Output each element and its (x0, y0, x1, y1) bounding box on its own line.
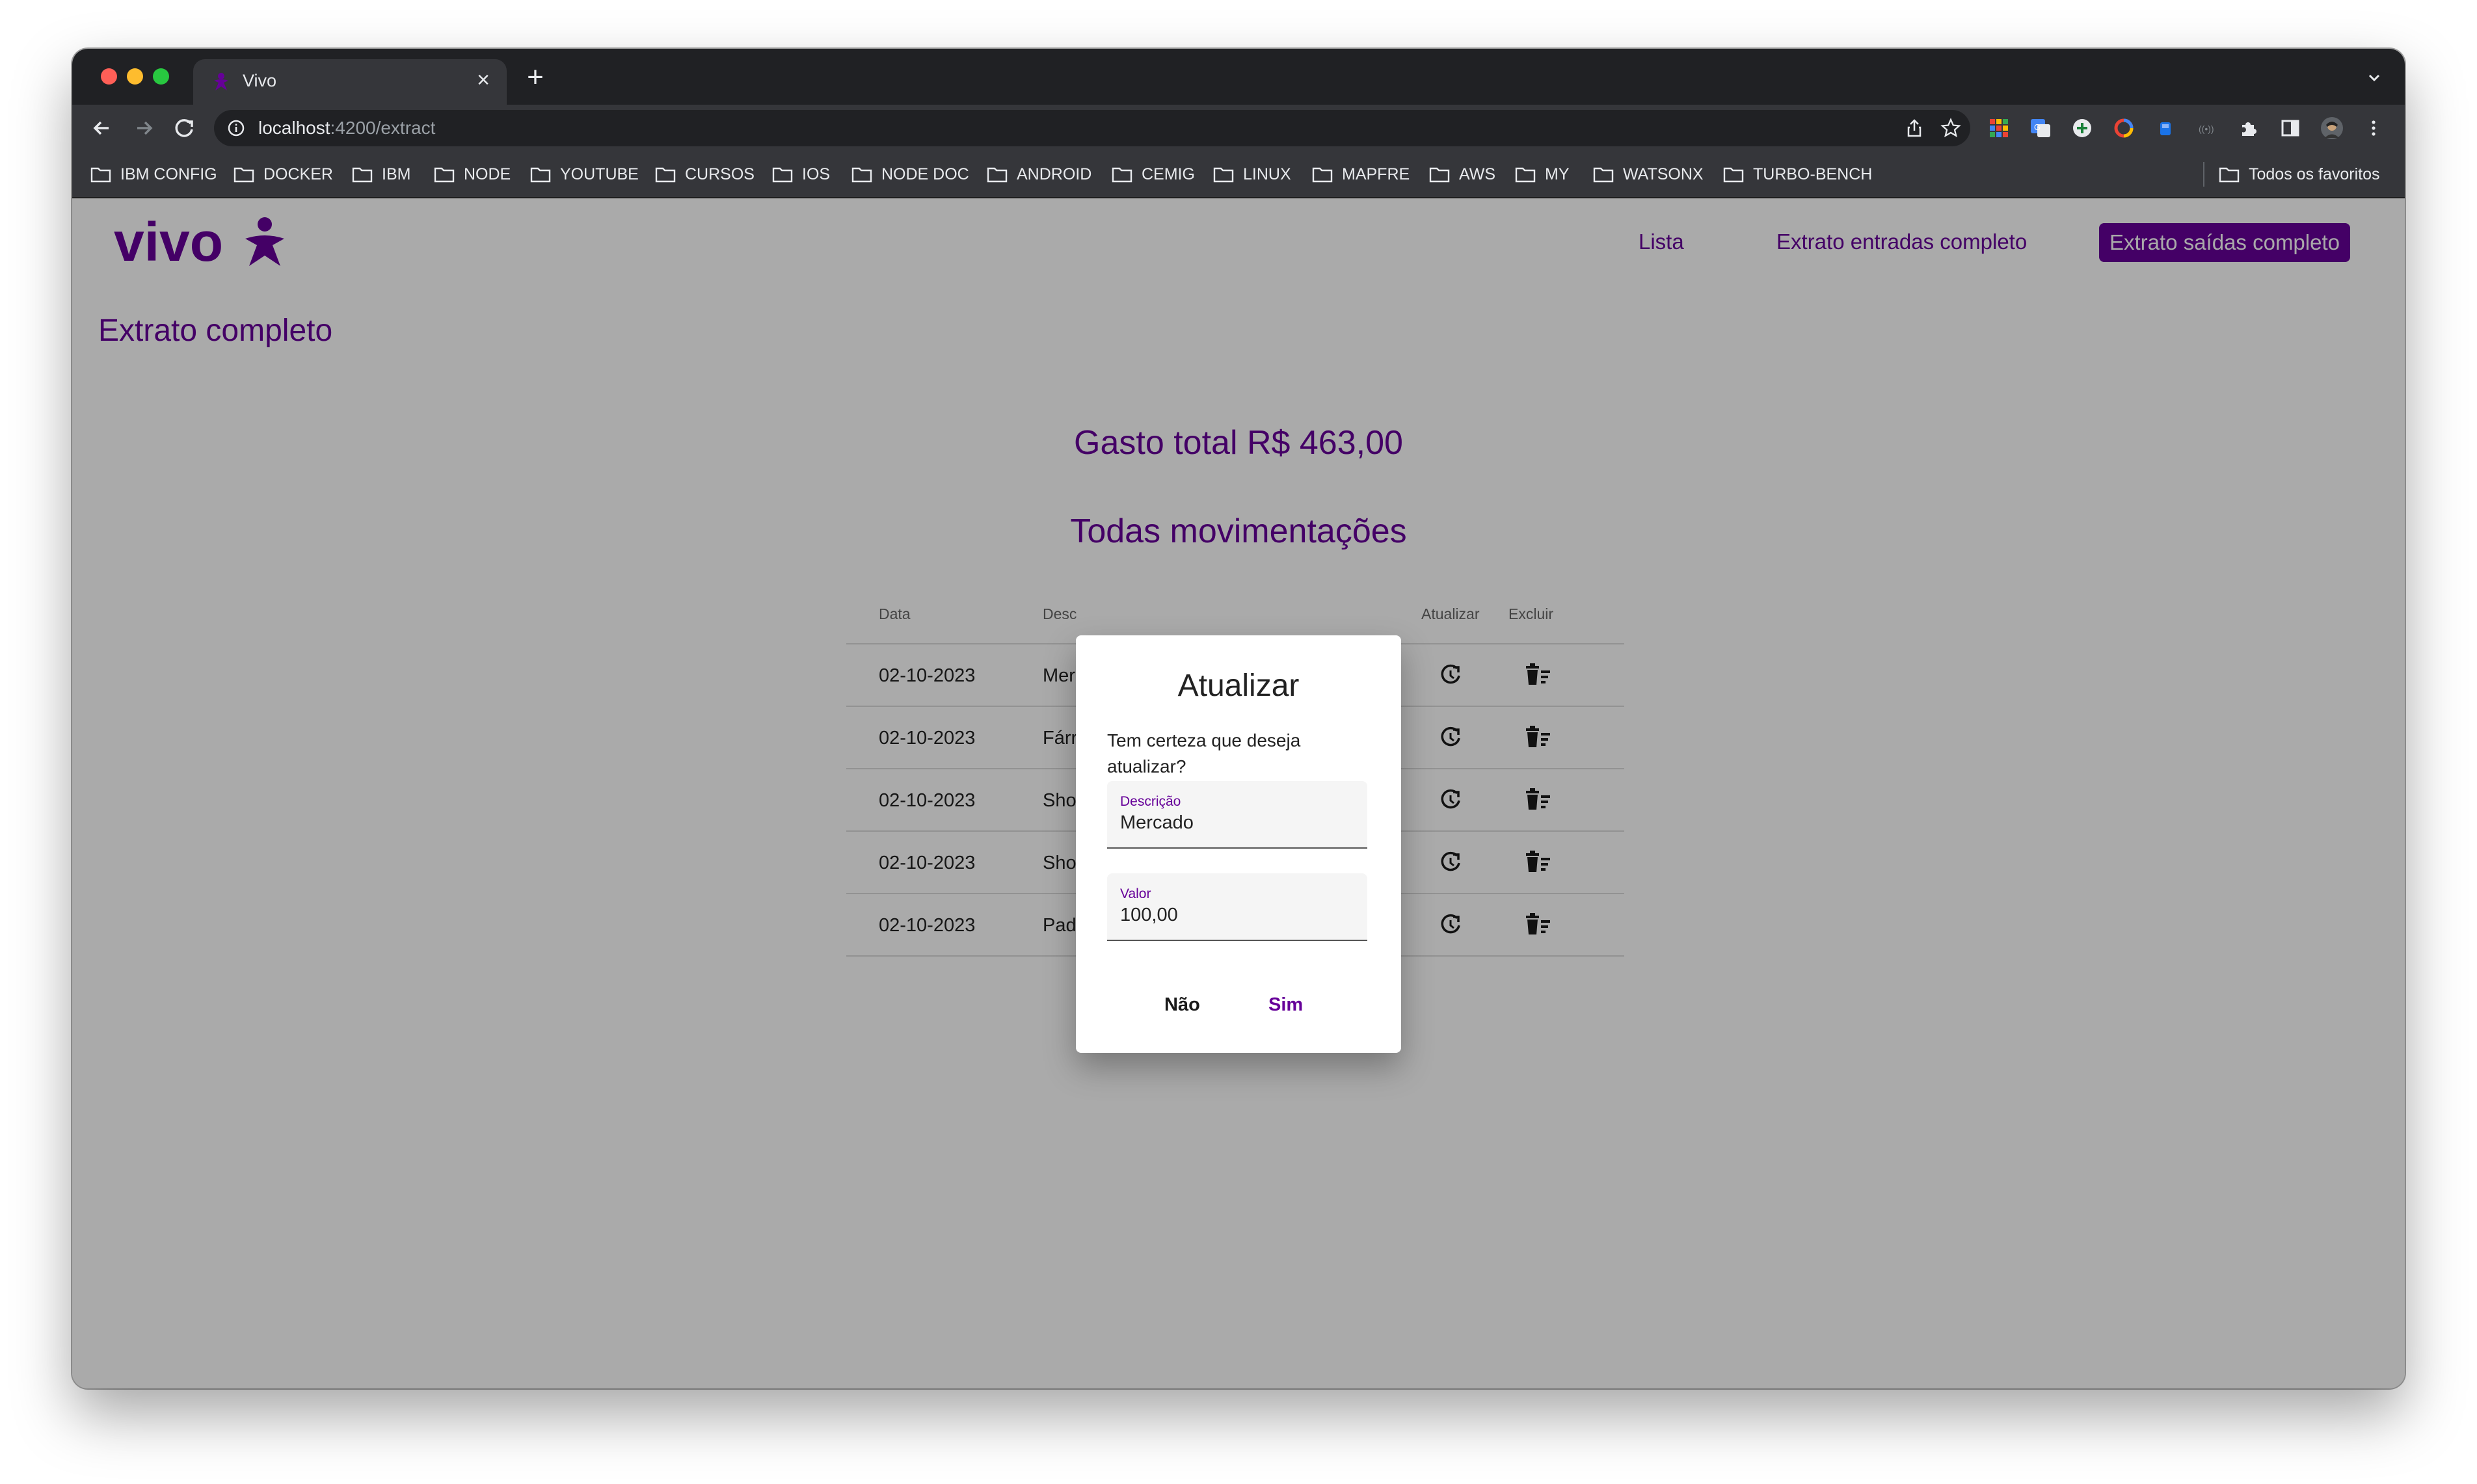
add-extension-icon[interactable] (2070, 116, 2094, 140)
translate-extension-icon[interactable]: G (2029, 116, 2052, 140)
description-input[interactable]: Mercado (1120, 812, 1194, 834)
bookmark-folder[interactable]: IBM (352, 165, 410, 184)
folder-icon (1593, 167, 1614, 183)
yes-button[interactable]: Sim (1268, 994, 1303, 1016)
folder-icon (655, 167, 676, 183)
folder-icon (1112, 167, 1132, 183)
bookmark-folder[interactable]: CEMIG (1112, 165, 1195, 184)
value-label: Valor (1120, 886, 1151, 901)
profile-avatar-icon[interactable] (2320, 116, 2344, 140)
share-icon[interactable] (1904, 118, 1925, 139)
browser-menu-icon[interactable] (2362, 116, 2385, 140)
bookmark-folder[interactable]: YOUTUBE (530, 165, 639, 184)
bookmark-folder[interactable]: IBM CONFIG (90, 165, 217, 184)
value-input[interactable]: 100,00 (1120, 905, 1178, 926)
folder-icon (851, 167, 872, 183)
bookmark-folder[interactable]: ANDROID (987, 165, 1091, 184)
forward-icon[interactable] (129, 114, 158, 142)
svg-text:G: G (2034, 122, 2041, 132)
color-ring-extension-icon[interactable] (2112, 116, 2136, 140)
puzzle-extensions-icon[interactable] (2237, 116, 2260, 140)
bookmark-folder[interactable]: MY (1515, 165, 1570, 184)
folder-icon (1312, 167, 1333, 183)
folder-icon (1723, 167, 1744, 183)
vivo-favicon-icon (214, 73, 228, 90)
url-text: localhost:4200/extract (258, 118, 436, 138)
folder-icon (434, 167, 455, 183)
cup-extension-icon[interactable] (2154, 116, 2177, 140)
close-window-button[interactable] (101, 68, 117, 85)
folder-icon (1429, 167, 1450, 183)
side-panel-icon[interactable] (2279, 116, 2302, 140)
bookmark-folder[interactable]: DOCKER (234, 165, 333, 184)
browser-toolbar: localhost:4200/extract G ((•)) (72, 105, 2405, 152)
back-icon[interactable] (88, 114, 116, 142)
tab-strip: Vivo × + (72, 49, 2405, 105)
bookmark-folder[interactable]: NODE (434, 165, 511, 184)
update-dialog: Atualizar Tem certeza que deseja atualiz… (1076, 635, 1401, 1053)
tab-title: Vivo (243, 71, 277, 90)
bookmark-folder[interactable]: CURSOS (655, 165, 755, 184)
svg-text:((•)): ((•)) (2199, 124, 2214, 134)
value-field[interactable]: Valor 100,00 (1107, 873, 1367, 941)
close-tab-icon[interactable]: × (472, 68, 495, 92)
folder-icon (1515, 167, 1536, 183)
bookmark-folder[interactable]: AWS (1429, 165, 1495, 184)
no-button[interactable]: Não (1164, 994, 1200, 1016)
folder-icon (530, 167, 551, 183)
description-label: Descrição (1120, 794, 1181, 809)
maximize-window-button[interactable] (153, 68, 169, 85)
folder-icon (772, 167, 793, 183)
bookmark-folder[interactable]: TURBO-BENCH (1723, 165, 1872, 184)
minimize-window-button[interactable] (127, 68, 143, 85)
dialog-title: Atualizar (1177, 669, 1300, 703)
bookmarks-divider (2203, 162, 2204, 187)
folder-icon (987, 167, 1008, 183)
new-tab-button[interactable]: + (521, 63, 550, 92)
site-info-icon[interactable] (227, 119, 245, 137)
page-content: vivo Lista Extrato entradas completo Ext… (72, 198, 2405, 1388)
dialog-message: Tem certeza que deseja atualizar? (1107, 730, 1301, 776)
bookmark-folder[interactable]: LINUX (1213, 165, 1291, 184)
extension-grid-icon[interactable] (1987, 116, 2011, 140)
reload-icon[interactable] (170, 114, 198, 142)
radio-extension-icon[interactable]: ((•)) (2195, 116, 2219, 140)
all-bookmarks-folder[interactable]: Todos os favoritos (2219, 165, 2380, 184)
folder-icon (1213, 167, 1234, 183)
bookmark-star-icon[interactable] (1940, 118, 1961, 139)
bookmarks-bar: IBM CONFIG DOCKER IBM NODE YOUTUBE CURSO… (72, 152, 2405, 198)
browser-window: Vivo × + localhost:4200/extract G ((•)) … (72, 49, 2405, 1388)
bookmark-folder[interactable]: NODE DOC (851, 165, 969, 184)
folder-icon (2219, 167, 2240, 183)
tab-vivo[interactable]: Vivo × (193, 59, 507, 105)
bookmark-folder[interactable]: WATSONX (1593, 165, 1704, 184)
bookmark-folder[interactable]: IOS (772, 165, 830, 184)
bookmark-folder[interactable]: MAPFRE (1312, 165, 1410, 184)
folder-icon (90, 167, 111, 183)
tab-search-chevron-icon[interactable] (2364, 68, 2384, 88)
folder-icon (352, 167, 373, 183)
folder-icon (234, 167, 254, 183)
address-bar[interactable]: localhost:4200/extract (214, 110, 1970, 146)
description-field[interactable]: Descrição Mercado (1107, 781, 1367, 849)
